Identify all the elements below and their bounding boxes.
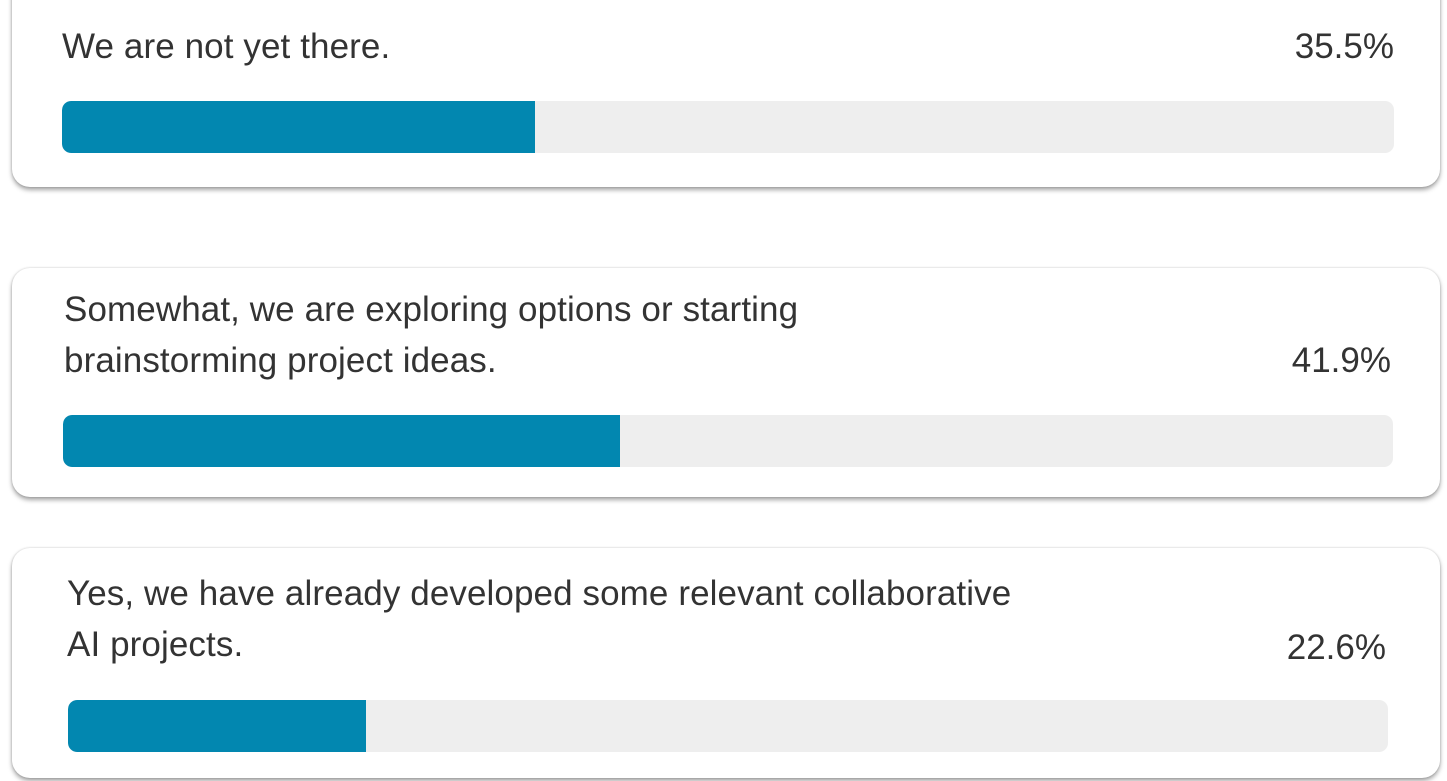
option-label: Yes, we have already developed some rele… xyxy=(67,574,1012,664)
progress-fill xyxy=(63,415,621,467)
poll-option-card: Somewhat, we are exploring options or st… xyxy=(12,268,1440,497)
option-percent: 35.5% xyxy=(1294,27,1394,66)
option-percent: 41.9% xyxy=(1291,341,1391,380)
poll-option-card: We are not yet there. 35.5% xyxy=(12,0,1440,187)
progress-track xyxy=(63,415,1393,467)
poll-results: We are not yet there. 35.5% Somewhat, we… xyxy=(0,0,1447,781)
option-label: Somewhat, we are exploring options or st… xyxy=(64,290,799,380)
progress-track xyxy=(62,101,1394,153)
poll-option-card: Yes, we have already developed some rele… xyxy=(12,548,1440,778)
progress-track xyxy=(68,700,1388,752)
progress-fill xyxy=(62,101,535,153)
progress-fill xyxy=(68,700,367,752)
option-label: We are not yet there. xyxy=(62,27,391,66)
option-percent: 22.6% xyxy=(1286,628,1386,667)
